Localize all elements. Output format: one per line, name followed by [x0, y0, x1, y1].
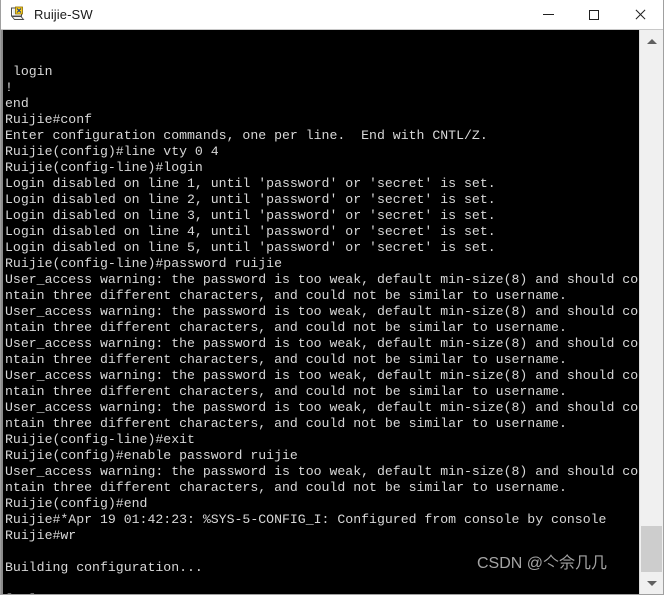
terminal-line: ntain three different characters, and co… — [5, 288, 567, 303]
close-icon — [634, 9, 646, 21]
terminal-computer-icon — [9, 6, 27, 24]
terminal-line: ntain three different characters, and co… — [5, 320, 567, 335]
terminal-line: ntain three different characters, and co… — [5, 384, 567, 399]
vertical-scrollbar[interactable] — [639, 30, 663, 594]
terminal-line: User_access warning: the password is too… — [5, 368, 639, 383]
scrollbar-up-button[interactable] — [640, 30, 663, 52]
terminal-line: ntain three different characters, and co… — [5, 480, 567, 495]
terminal-line: Ruijie(config-line)#login — [5, 160, 203, 175]
terminal-line: ntain three different characters, and co… — [5, 352, 567, 367]
terminal-line: login — [5, 64, 53, 79]
close-button[interactable] — [617, 0, 663, 29]
terminal-line: User_access warning: the password is too… — [5, 336, 639, 351]
terminal-line: Login disabled on line 5, until 'passwor… — [5, 240, 496, 255]
terminal-line: Ruijie#conf — [5, 112, 93, 127]
terminal-line: ntain three different characters, and co… — [5, 416, 567, 431]
terminal-line-list: login! end Ruijie#conf Enter configuration … — [5, 64, 639, 594]
minimize-button[interactable] — [525, 0, 571, 29]
chevron-up-icon — [646, 38, 657, 44]
terminal-line: Ruijie(config-line)#password ruijie — [5, 256, 282, 271]
terminal-line: Ruijie(config-line)#exit — [5, 432, 195, 447]
maximize-button[interactable] — [571, 0, 617, 29]
terminal-line: Ruijie(config)#end — [5, 496, 148, 511]
terminal-line: [OK] — [5, 592, 639, 594]
window-title: Ruijie-SW — [34, 6, 93, 22]
terminal-line: Ruijie#*Apr 19 01:42:23: %SYS-5-CONFIG_I… — [5, 512, 607, 527]
scrollbar-track[interactable] — [640, 52, 663, 572]
terminal-line: end — [5, 96, 29, 111]
terminal-window: Ruijie-SW login! end Ruijie#conf Enter conf… — [0, 0, 664, 595]
terminal-line: Ruijie(config)#line vty 0 4 — [5, 144, 219, 159]
terminal-body: login! end Ruijie#conf Enter configuration … — [1, 30, 663, 594]
terminal-line: User_access warning: the password is too… — [5, 464, 639, 479]
title-bar[interactable]: Ruijie-SW — [1, 0, 663, 30]
window-controls — [525, 0, 663, 29]
terminal-line: User_access warning: the password is too… — [5, 272, 639, 287]
terminal-line: Enter configuration commands, one per li… — [5, 128, 488, 143]
terminal-line: Ruijie(config)#enable password ruijie — [5, 448, 298, 463]
terminal-line: Login disabled on line 4, until 'passwor… — [5, 224, 496, 239]
terminal-line: User_access warning: the password is too… — [5, 400, 639, 415]
terminal-line: ! — [5, 80, 13, 95]
terminal-line: Login disabled on line 1, until 'passwor… — [5, 176, 496, 191]
minimize-icon — [542, 14, 554, 15]
terminal-line: Ruijie#wr — [5, 528, 77, 543]
terminal-line: Login disabled on line 3, until 'passwor… — [5, 208, 496, 223]
terminal-line: Building configuration... — [5, 560, 203, 575]
terminal-line: Login disabled on line 2, until 'passwor… — [5, 192, 496, 207]
terminal-output[interactable]: login! end Ruijie#conf Enter configuration … — [3, 30, 639, 594]
chevron-down-icon — [646, 580, 657, 586]
maximize-icon — [589, 9, 599, 20]
scrollbar-down-button[interactable] — [640, 572, 663, 594]
scrollbar-thumb[interactable] — [641, 526, 662, 572]
terminal-line: User_access warning: the password is too… — [5, 304, 639, 319]
